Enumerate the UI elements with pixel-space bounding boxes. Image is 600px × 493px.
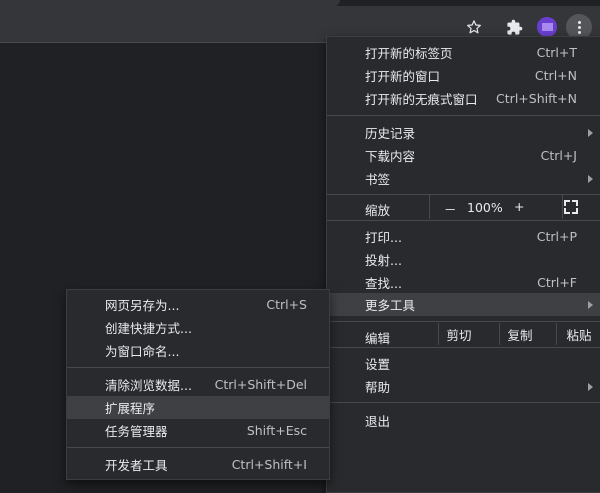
menu-item-exit[interactable]: 退出 — [327, 409, 600, 432]
star-icon — [467, 20, 481, 34]
menu-item-label: 书签 — [365, 172, 391, 187]
menu-separator — [327, 115, 600, 116]
menu-item-label: 更多工具 — [365, 298, 416, 313]
menu-separator — [67, 447, 329, 448]
puzzle-icon — [506, 19, 522, 35]
zoom-level: 100% — [467, 200, 503, 215]
menu-separator — [327, 220, 600, 221]
menu-item-help[interactable]: 帮助 — [327, 375, 600, 398]
chevron-right-icon — [588, 300, 593, 309]
menu-item-label: 网页另存为... — [105, 298, 180, 313]
menu-item-new-window[interactable]: 打开新的窗口 Ctrl+N — [327, 64, 600, 87]
submenu-item-extensions[interactable]: 扩展程序 — [67, 396, 329, 419]
menu-separator — [327, 347, 600, 348]
menu-item-label: 查找... — [365, 276, 402, 291]
menu-item-cast[interactable]: 投射... — [327, 248, 600, 271]
menu-item-label: 投射... — [365, 253, 402, 268]
menu-separator — [327, 321, 600, 322]
menu-item-shortcut: Ctrl+J — [540, 148, 577, 163]
submenu-item-create-shortcut[interactable]: 创建快捷方式... — [67, 316, 329, 339]
zoom-out-button[interactable]: － — [444, 199, 457, 218]
menu-item-bookmarks[interactable]: 书签 — [327, 167, 600, 190]
menu-separator — [67, 367, 329, 368]
menu-item-shortcut: Ctrl+N — [534, 68, 577, 83]
chrome-main-menu: 打开新的标签页 Ctrl+T 打开新的窗口 Ctrl+N 打开新的无痕式窗口 C… — [326, 36, 600, 493]
more-tools-submenu: 网页另存为... Ctrl+S 创建快捷方式... 为窗口命名... 清除浏览数… — [66, 289, 330, 480]
menu-item-label: 创建快捷方式... — [105, 321, 192, 336]
menu-item-downloads[interactable]: 下载内容 Ctrl+J — [327, 144, 600, 167]
zoom-label: 缩放 — [365, 203, 391, 218]
menu-item-shortcut: Ctrl+Shift+N — [496, 91, 577, 106]
submenu-item-clear-data[interactable]: 清除浏览数据... Ctrl+Shift+Del — [67, 373, 329, 396]
cut-button[interactable]: 剪切 — [438, 323, 479, 345]
menu-item-label: 退出 — [365, 414, 391, 429]
more-vert-icon — [577, 20, 581, 34]
menu-item-shortcut: Ctrl+S — [266, 297, 307, 312]
avatar — [537, 17, 557, 37]
menu-item-new-incognito[interactable]: 打开新的无痕式窗口 Ctrl+Shift+N — [327, 87, 600, 110]
edit-label: 编辑 — [365, 331, 391, 346]
menu-item-label: 为窗口命名... — [105, 344, 180, 359]
copy-button[interactable]: 复制 — [499, 323, 540, 345]
submenu-item-dev-tools[interactable]: 开发者工具 Ctrl+Shift+I — [67, 453, 329, 476]
zoom-in-button[interactable]: + — [514, 199, 524, 214]
menu-item-find[interactable]: 查找... Ctrl+F — [327, 271, 600, 294]
menu-separator — [327, 402, 600, 403]
submenu-item-task-manager[interactable]: 任务管理器 Shift+Esc — [67, 419, 329, 442]
submenu-item-name-window[interactable]: 为窗口命名... — [67, 339, 329, 362]
menu-item-shortcut: Ctrl+Shift+I — [231, 457, 307, 472]
chevron-right-icon — [588, 382, 593, 391]
browser-toolbar — [0, 6, 600, 40]
chevron-right-icon — [588, 128, 593, 137]
chevron-right-icon — [588, 174, 593, 183]
menu-item-label: 打印... — [365, 230, 402, 245]
menu-item-settings[interactable]: 设置 — [327, 352, 600, 375]
edit-row: 编辑 剪切 复制 粘贴 — [327, 323, 600, 346]
menu-item-label: 历史记录 — [365, 126, 416, 141]
submenu-item-save-page[interactable]: 网页另存为... Ctrl+S — [67, 293, 329, 316]
paste-button[interactable]: 粘贴 — [556, 323, 600, 345]
menu-item-new-tab[interactable]: 打开新的标签页 Ctrl+T — [327, 41, 600, 64]
menu-item-shortcut: Shift+Esc — [246, 423, 307, 438]
menu-item-label: 打开新的标签页 — [365, 46, 453, 61]
menu-item-label: 任务管理器 — [105, 424, 168, 439]
fullscreen-button[interactable] — [564, 200, 578, 214]
zoom-controls: － 100% + — [429, 195, 563, 219]
menu-item-shortcut: Ctrl+P — [536, 229, 577, 244]
menu-item-label: 开发者工具 — [105, 458, 168, 473]
menu-item-label: 扩展程序 — [105, 401, 156, 416]
menu-item-shortcut: Ctrl+Shift+Del — [214, 377, 307, 392]
menu-item-label: 设置 — [365, 357, 391, 372]
menu-item-label: 帮助 — [365, 380, 391, 395]
menu-item-label: 打开新的无痕式窗口 — [365, 92, 478, 107]
menu-item-print[interactable]: 打印... Ctrl+P — [327, 225, 600, 248]
menu-item-history[interactable]: 历史记录 — [327, 121, 600, 144]
fullscreen-icon — [564, 200, 578, 214]
menu-item-shortcut: Ctrl+F — [537, 275, 577, 290]
menu-item-shortcut: Ctrl+T — [536, 45, 577, 60]
menu-item-label: 下载内容 — [365, 149, 416, 164]
menu-item-label: 清除浏览数据... — [105, 378, 192, 393]
menu-item-more-tools[interactable]: 更多工具 — [327, 293, 600, 316]
zoom-row: 缩放 － 100% + — [327, 195, 600, 219]
menu-item-label: 打开新的窗口 — [365, 69, 441, 84]
